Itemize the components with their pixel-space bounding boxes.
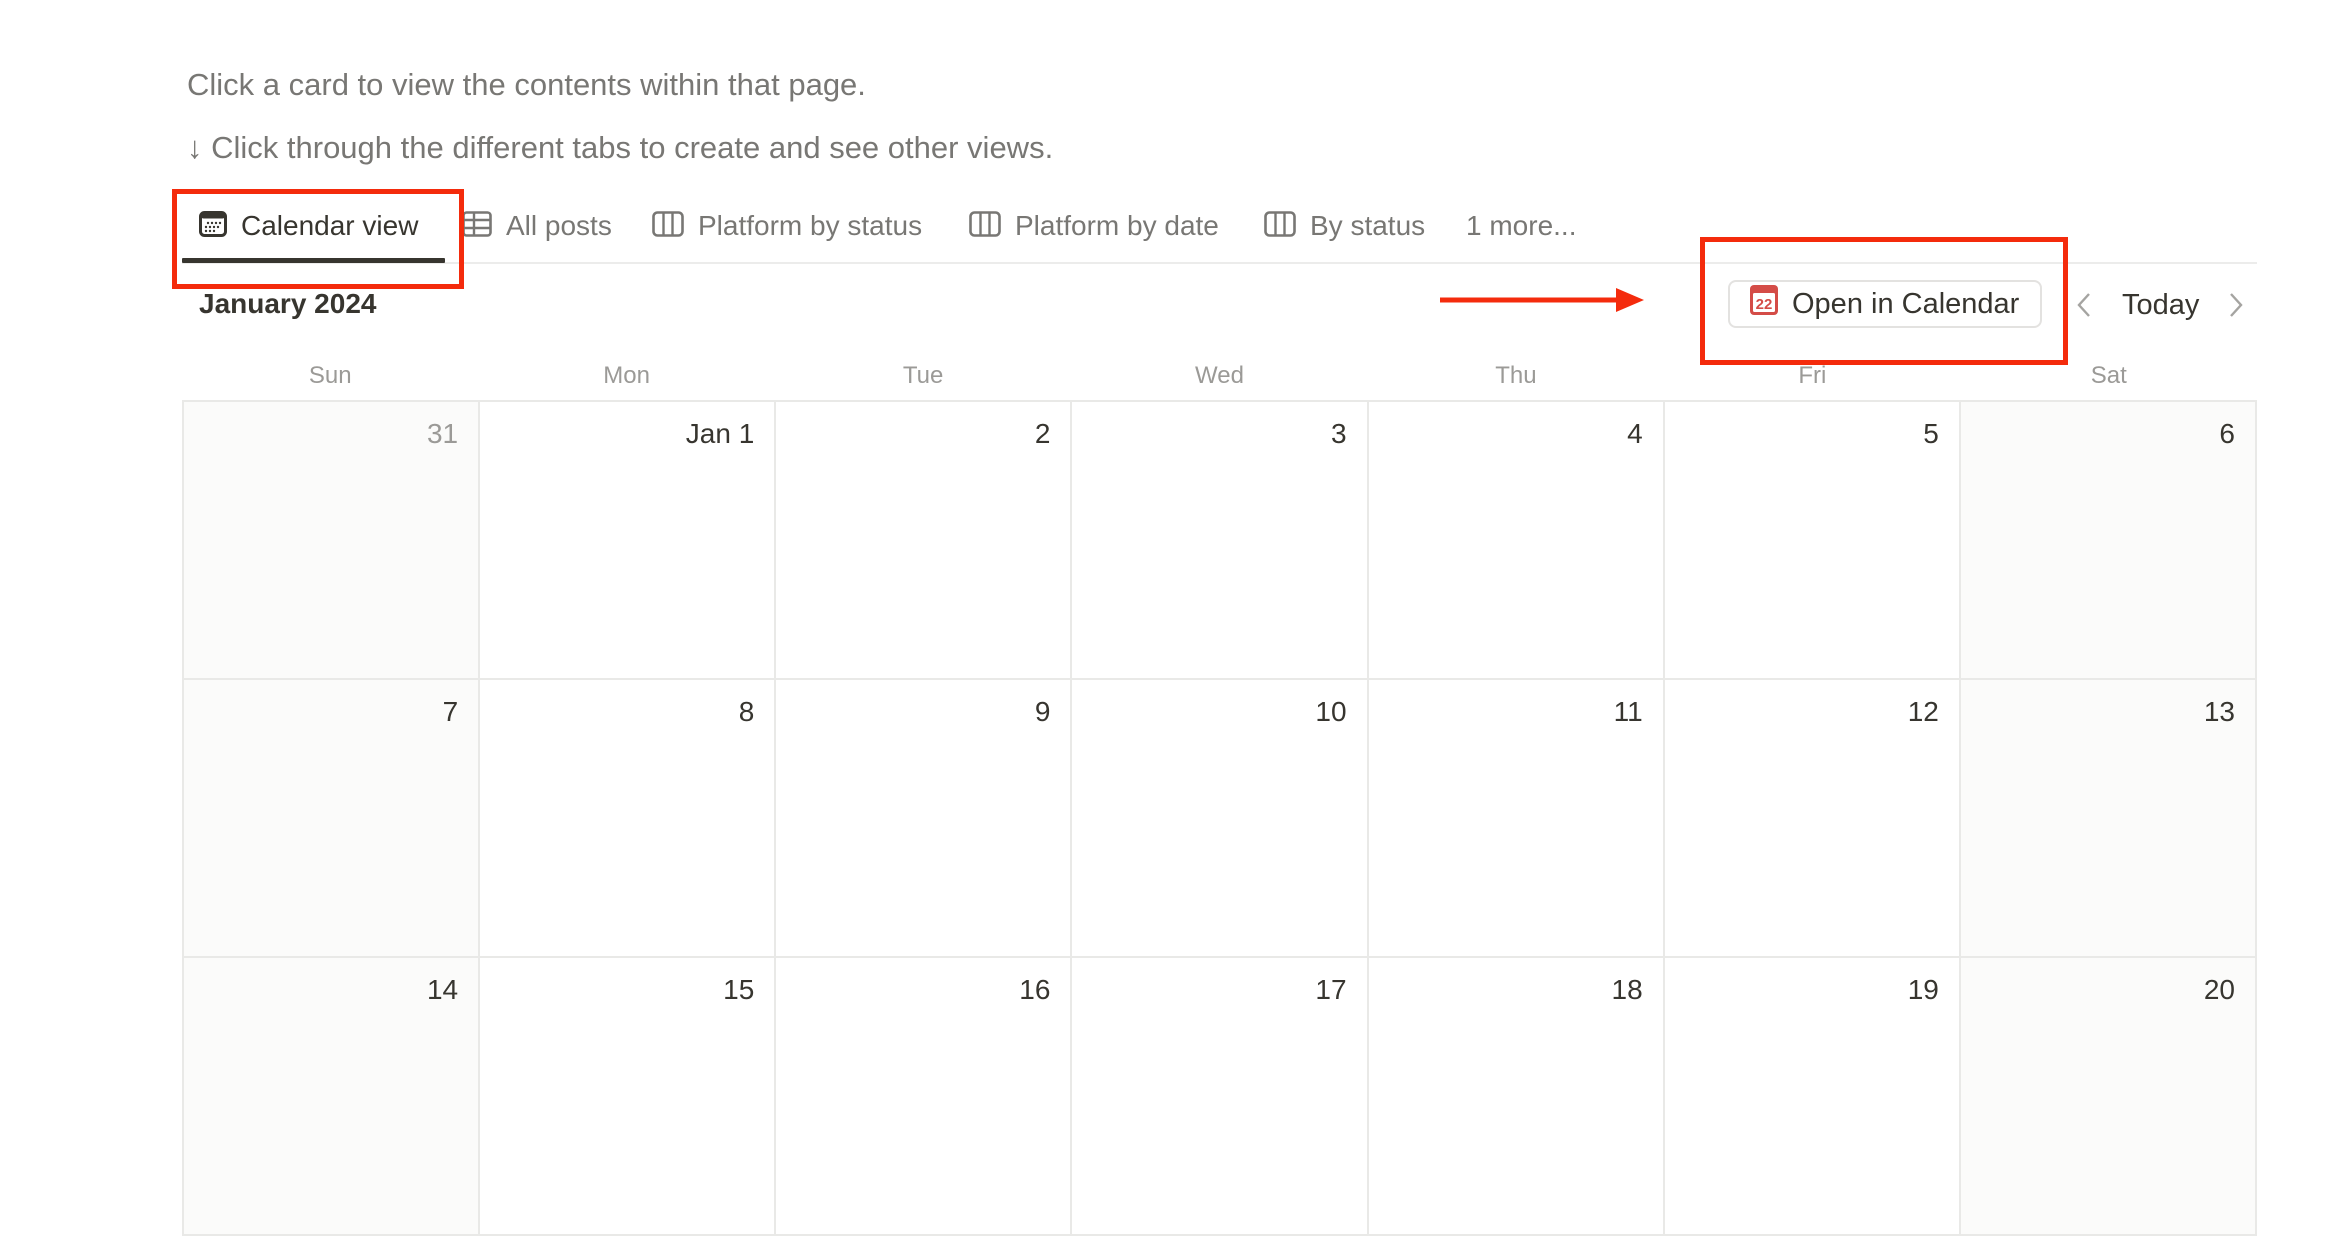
tab-label: By status [1310,210,1426,241]
open-in-calendar-label: Open in Calendar [1792,287,2020,320]
day-number: 31 [426,418,459,449]
board-icon [969,210,1001,242]
calendar-day-cell[interactable]: 15 [480,958,777,1236]
weekday-label: Fri [1798,362,1827,389]
calendar-day-cell[interactable]: 12 [1664,680,1961,958]
calendar-day-cell[interactable]: 31 [184,402,481,680]
day-number: 17 [1315,974,1347,1005]
day-number: 13 [2203,696,2235,727]
day-number: 6 [2219,418,2235,449]
calendar-day-cell[interactable]: 14 [184,958,481,1236]
calendar-day-cell[interactable]: 20 [1960,958,2257,1236]
calendar-day-cell[interactable]: 17 [1072,958,1369,1236]
open-in-calendar-button[interactable]: 22 Open in Calendar [1728,280,2042,328]
calendar-day-cell[interactable]: Jan 1 [480,402,777,680]
weekday-label: Sun [308,362,352,389]
calendar-day-cell[interactable]: 11 [1368,680,1665,958]
weekday-label: Wed [1195,362,1244,389]
weekday-label: Sat [2090,362,2127,389]
calendar-day-cell[interactable]: 18 [1368,958,1665,1236]
tab-label: All posts [506,210,612,241]
tab-more-views[interactable]: 1 more... [1466,206,1576,246]
tab-all-posts[interactable]: All posts [462,206,612,246]
next-month-button[interactable] [2226,290,2246,320]
calendar-icon [199,210,227,242]
day-number: 19 [1907,974,1939,1005]
calendar-day-cell[interactable]: 3 [1072,402,1369,680]
chevron-right-icon [2230,293,2243,317]
day-number: 9 [1034,696,1051,727]
day-number: 8 [738,696,755,727]
calendar-grid: 31 Jan 1 2 3 4 5 6 7 8 9 10 11 12 13 14 … [182,400,2257,1236]
tab-label: 1 more... [1466,210,1577,241]
calendar-day-cell[interactable]: 16 [776,958,1073,1236]
board-icon [652,210,684,242]
board-icon [1264,210,1296,242]
calendar-day-cell[interactable]: 10 [1072,680,1369,958]
day-number: 15 [723,974,755,1005]
day-number: 16 [1019,974,1051,1005]
weekday-header: Sun Mon Tue Wed Thu Fri Sat [182,358,2257,394]
active-tab-indicator [182,258,445,263]
annotation-arrow-icon [1440,288,1644,312]
tab-platform-by-date[interactable]: Platform by date [969,206,1219,246]
day-number: 5 [1923,418,1939,449]
tab-divider [182,262,2257,264]
today-button[interactable]: Today [2122,291,2199,320]
weekday-label: Thu [1495,362,1537,389]
day-number: 3 [1330,418,1347,449]
instruction-text-2: ↓ Click through the different tabs to cr… [187,130,1054,165]
tab-label: Platform by status [698,210,923,241]
day-number: 2 [1034,418,1051,449]
calendar-day-cell[interactable]: 6 [1960,402,2257,680]
day-number: 18 [1611,974,1643,1005]
tab-label: Platform by date [1015,210,1219,241]
tab-platform-by-status[interactable]: Platform by status [652,206,922,246]
tab-label: Calendar view [241,210,419,241]
chevron-left-icon [2077,293,2090,317]
calendar-app-icon-date: 22 [1756,296,1773,313]
calendar-day-cell[interactable]: 13 [1960,680,2257,958]
instruction-text-1: Click a card to view the contents within… [187,67,866,102]
day-number: 11 [1613,696,1643,727]
day-number: Jan 1 [685,418,755,449]
month-title: January 2024 [199,288,377,319]
calendar-day-cell[interactable]: 2 [776,402,1073,680]
calendar-day-cell[interactable]: 19 [1664,958,1961,1236]
day-number: 14 [426,974,459,1005]
day-number: 12 [1907,696,1939,727]
calendar-day-cell[interactable]: 4 [1368,402,1665,680]
tab-by-status[interactable]: By status [1264,206,1425,246]
calendar-day-cell[interactable]: 5 [1664,402,1961,680]
day-number: 10 [1315,696,1347,727]
previous-month-button[interactable] [2074,290,2094,320]
day-number: 7 [442,696,459,727]
day-number: 20 [2203,974,2235,1005]
day-number: 4 [1627,418,1643,449]
weekday-label: Tue [902,362,944,389]
calendar-app-icon: 22 [1750,285,1778,323]
weekday-label: Mon [603,362,650,389]
table-icon [462,210,492,242]
tab-calendar-view[interactable]: Calendar view [199,206,418,246]
calendar-day-cell[interactable]: 8 [480,680,777,958]
calendar-day-cell[interactable]: 7 [184,680,481,958]
calendar-day-cell[interactable]: 9 [776,680,1073,958]
